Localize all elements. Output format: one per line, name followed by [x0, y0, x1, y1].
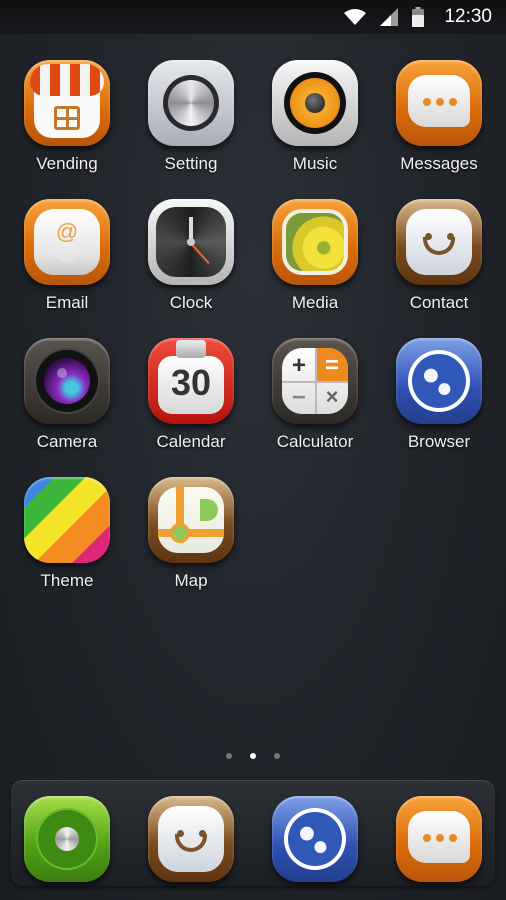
rainbow-icon: [24, 477, 110, 563]
chat-bubble-icon: [396, 60, 482, 146]
calculator-icon: + = − ×: [272, 338, 358, 424]
app-email[interactable]: @ Email: [5, 195, 129, 319]
dock-phone[interactable]: [5, 792, 129, 882]
battery-icon: [412, 7, 425, 27]
app-label: Theme: [40, 571, 94, 590]
wifi-icon: [344, 9, 367, 25]
page-dot-current[interactable]: [250, 753, 256, 759]
cell-signal-icon: [380, 8, 399, 26]
app-label: Map: [174, 571, 208, 590]
app-calculator[interactable]: + = − × Calculator: [253, 334, 377, 458]
app-messages[interactable]: Messages: [377, 56, 501, 180]
app-label: Messages: [400, 154, 478, 173]
smiley-icon: [396, 199, 482, 285]
app-label: Calculator: [276, 432, 354, 451]
app-label: Vending: [36, 154, 98, 173]
app-browser[interactable]: Browser: [377, 334, 501, 458]
status-time: 12:30: [444, 6, 492, 27]
calendar-icon: 30: [148, 338, 234, 424]
app-label: Media: [291, 293, 339, 312]
speaker-icon: [272, 60, 358, 146]
dock-contact[interactable]: [129, 792, 253, 882]
flower-photo-icon: [272, 199, 358, 285]
app-label: Camera: [36, 432, 98, 451]
status-bar: 12:30: [0, 0, 506, 34]
phone-dial-icon: [24, 796, 110, 882]
calendar-day: 30: [170, 362, 212, 403]
app-vending[interactable]: Vending: [5, 56, 129, 180]
app-media[interactable]: Media: [253, 195, 377, 319]
smiley-icon: [148, 796, 234, 882]
app-map[interactable]: Map: [129, 473, 253, 597]
app-theme[interactable]: Theme: [5, 473, 129, 597]
page-dot[interactable]: [226, 753, 232, 759]
envelope-icon: @: [24, 199, 110, 285]
app-label: Setting: [164, 154, 218, 173]
app-grid: Vending Setting Music Messages @ Email C…: [5, 56, 501, 597]
map-icon: [148, 477, 234, 563]
vending-icon: [24, 60, 110, 146]
page-dot[interactable]: [274, 753, 280, 759]
app-setting[interactable]: Setting: [129, 56, 253, 180]
setting-knob-icon: [148, 60, 234, 146]
app-label: Music: [292, 154, 338, 173]
app-music[interactable]: Music: [253, 56, 377, 180]
app-calendar[interactable]: 30 Calendar: [129, 334, 253, 458]
camera-lens-icon: [24, 338, 110, 424]
page-indicator: [0, 753, 506, 759]
app-camera[interactable]: Camera: [5, 334, 129, 458]
app-label: Contact: [409, 293, 469, 312]
dock-apps: [5, 792, 501, 882]
app-label: Email: [45, 293, 89, 312]
app-label: Calendar: [156, 432, 226, 451]
chat-bubble-icon: [396, 796, 482, 882]
globe-icon: [396, 338, 482, 424]
dock-messages[interactable]: [377, 792, 501, 882]
clock-icon: [148, 199, 234, 285]
app-clock[interactable]: Clock: [129, 195, 253, 319]
globe-icon: [272, 796, 358, 882]
app-label: Browser: [407, 432, 471, 451]
app-label: Clock: [169, 293, 213, 312]
app-contact[interactable]: Contact: [377, 195, 501, 319]
dock-browser[interactable]: [253, 792, 377, 882]
